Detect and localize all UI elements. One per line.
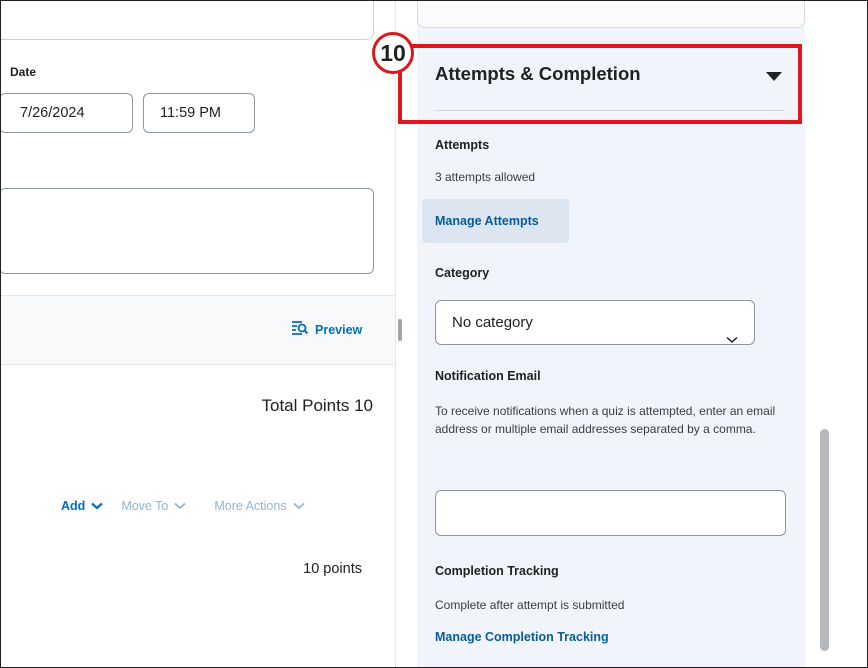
total-points-text: Total Points 10 [261,396,373,415]
notification-email-description: To receive notifications when a quiz is … [435,404,776,436]
settings-top-card [417,1,805,28]
highlight-annotation [398,44,802,124]
due-time-input[interactable]: 11:59 PM [143,93,255,133]
manage-attempts-button[interactable]: Manage Attempts [422,199,569,243]
notification-email-input[interactable] [435,490,786,536]
attempts-allowed-text: 3 attempts allowed [435,170,536,184]
more-actions-label: More Actions [214,499,287,513]
manage-completion-tracking-link[interactable]: Manage Completion Tracking [435,630,609,644]
notification-email-label: Notification Email [435,369,541,383]
attempts-label: Attempts [435,138,490,152]
description-textarea[interactable] [1,188,374,274]
more-actions-button[interactable]: More Actions [214,499,305,513]
chevron-down-icon [91,502,104,510]
scrollbar-thumb[interactable] [820,429,829,651]
due-date-input[interactable]: 7/26/2024 [1,93,133,133]
preview-icon [291,320,309,339]
step-number-badge: 10 [372,32,414,74]
move-to-label: Move To [121,499,169,513]
chevron-down-icon [174,502,186,510]
question-actions-bar: Add Move To More Actions [61,499,305,513]
top-card-edge [1,1,374,40]
due-date-label: Date [10,65,37,79]
completion-status-text: Complete after attempt is submitted [435,598,625,612]
preview-button[interactable]: Preview [291,320,362,339]
question-points: 10 points [303,561,362,577]
add-button[interactable]: Add [61,499,104,513]
category-label: Category [435,266,490,280]
category-select[interactable]: No category [435,300,755,345]
chevron-down-icon [726,318,738,361]
chevron-down-icon [292,502,305,510]
resize-handle[interactable] [398,319,402,341]
category-selected-value: No category [452,314,533,331]
screenshot-frame: Date 7/26/2024 11:59 PM Preview Total Po… [0,0,868,668]
preview-label: Preview [315,322,363,337]
add-label: Add [61,499,86,513]
completion-tracking-label: Completion Tracking [435,564,559,578]
move-to-button[interactable]: Move To [121,499,186,513]
